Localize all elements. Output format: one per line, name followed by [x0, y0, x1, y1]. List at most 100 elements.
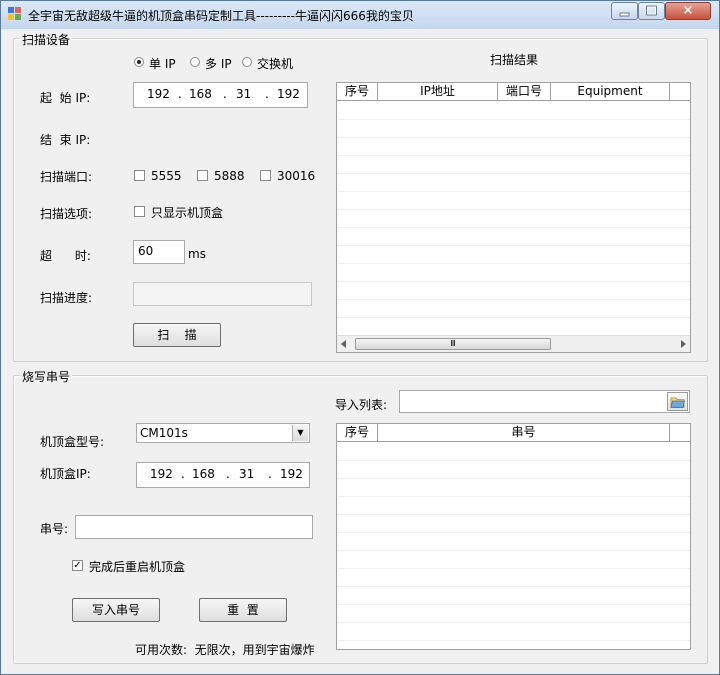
start-ip-octet-1: 192	[147, 87, 170, 101]
progress-label: 扫描进度:	[40, 291, 93, 305]
grid-line	[337, 263, 690, 264]
serial-col-extra[interactable]	[670, 424, 690, 442]
grid-line	[337, 119, 690, 120]
scan-results-table[interactable]: 序号 IP地址 端口号 Equipment Ⅲ	[336, 82, 691, 353]
port-30016-checkbox[interactable]	[260, 170, 271, 181]
results-horizontal-scrollbar[interactable]: Ⅲ	[337, 335, 690, 352]
reboot-label[interactable]: 完成后重启机顶盒	[89, 558, 185, 575]
serial-label: 串号:	[40, 522, 69, 536]
browse-button[interactable]	[667, 392, 688, 411]
radio-single-ip-label[interactable]: 单 IP	[149, 55, 176, 72]
minimize-button[interactable]	[611, 2, 638, 20]
serial-col-index[interactable]: 序号	[337, 424, 378, 442]
model-select[interactable]: CM101s ▼	[136, 423, 310, 443]
grid-line	[337, 586, 690, 587]
scan-group-title: 扫描设备	[20, 31, 73, 48]
start-ip-octet-4: 192	[277, 87, 300, 101]
stb-ip-octet-3: 31	[239, 467, 255, 481]
serial-input[interactable]	[75, 515, 313, 539]
grid-line	[337, 478, 690, 479]
radio-multi-ip[interactable]	[190, 57, 200, 67]
app-icon	[8, 7, 21, 20]
port-5888-checkbox[interactable]	[197, 170, 208, 181]
grid-line	[337, 514, 690, 515]
title-bar[interactable]: 全宇宙无敌超级牛逼的机顶盒串码定制工具---------牛逼闪闪666我的宝贝 …	[1, 1, 719, 29]
only-stb-checkbox[interactable]	[134, 206, 145, 217]
reset-button[interactable]: 重 置	[199, 598, 287, 622]
timeout-label: 超 时:	[40, 249, 91, 263]
grid-line	[337, 245, 690, 246]
port-30016-label[interactable]: 30016	[277, 169, 315, 183]
grid-line	[337, 173, 690, 174]
model-select-value: CM101s	[140, 426, 188, 440]
results-col-index[interactable]: 序号	[337, 83, 378, 101]
grid-line	[337, 550, 690, 551]
write-serial-button[interactable]: 写入串号	[72, 598, 160, 622]
only-stb-label[interactable]: 只显示机顶盒	[151, 204, 223, 221]
close-button[interactable]: ×	[665, 2, 711, 20]
folder-icon	[670, 397, 685, 408]
grid-line	[337, 460, 690, 461]
usage-text: 可用次数: 无限次，用到宇宙爆炸	[135, 643, 315, 657]
chevron-down-icon[interactable]: ▼	[292, 425, 308, 441]
serial-col-serial[interactable]: 串号	[378, 424, 670, 442]
grid-line	[337, 137, 690, 138]
results-scroll-thumb[interactable]: Ⅲ	[355, 338, 551, 350]
grid-line	[337, 532, 690, 533]
radio-switch[interactable]	[242, 57, 252, 67]
timeout-input[interactable]: 60	[133, 240, 185, 264]
port-5555-label[interactable]: 5555	[151, 169, 182, 183]
burn-group-title: 烧写串号	[20, 368, 73, 385]
model-label: 机顶盒型号:	[40, 435, 105, 449]
scan-button[interactable]: 扫 描	[133, 323, 221, 347]
port-5555-checkbox[interactable]	[134, 170, 145, 181]
ip-dot: .	[268, 467, 272, 481]
grid-line	[337, 209, 690, 210]
stb-ip-octet-1: 192	[150, 467, 173, 481]
start-ip-octet-3: 31	[236, 87, 252, 101]
grid-line	[337, 640, 690, 641]
end-ip-label: 结 束 IP:	[40, 133, 91, 147]
grid-line	[337, 299, 690, 300]
radio-switch-label[interactable]: 交换机	[257, 55, 293, 72]
scroll-left-icon[interactable]	[340, 340, 348, 348]
timeout-value: 60	[138, 244, 154, 258]
scroll-right-icon[interactable]	[679, 340, 687, 348]
results-col-equipment[interactable]: Equipment	[551, 83, 670, 101]
results-col-ip[interactable]: IP地址	[378, 83, 498, 101]
ip-dot: .	[223, 87, 227, 101]
ip-dot: .	[226, 467, 230, 481]
grid-line	[337, 155, 690, 156]
client-area: 扫描设备 单 IP 多 IP 交换机 起 始 IP: 192 . 168 . 3…	[8, 29, 712, 669]
start-ip-octet-2: 168	[189, 87, 212, 101]
ip-dot: .	[265, 87, 269, 101]
grid-line	[337, 191, 690, 192]
radio-multi-ip-label[interactable]: 多 IP	[205, 55, 232, 72]
minimize-icon	[619, 12, 630, 17]
serial-list-table[interactable]: 序号 串号	[336, 423, 691, 650]
import-list-field[interactable]	[399, 390, 690, 413]
import-label: 导入列表:	[335, 398, 388, 412]
results-col-extra[interactable]	[670, 83, 690, 101]
app-window: 全宇宙无敌超级牛逼的机顶盒串码定制工具---------牛逼闪闪666我的宝贝 …	[0, 0, 720, 675]
ports-label: 扫描端口:	[40, 170, 93, 184]
start-ip-field[interactable]: 192 . 168 . 31 . 192	[133, 82, 308, 108]
grid-line	[337, 604, 690, 605]
options-label: 扫描选项:	[40, 207, 93, 221]
start-ip-label: 起 始 IP:	[40, 91, 91, 105]
scan-group: 扫描设备 单 IP 多 IP 交换机 起 始 IP: 192 . 168 . 3…	[13, 31, 708, 362]
ip-dot: .	[178, 87, 182, 101]
port-5888-label[interactable]: 5888	[214, 169, 245, 183]
maximize-button[interactable]	[638, 2, 665, 20]
stb-ip-octet-2: 168	[192, 467, 215, 481]
burn-group: 烧写串号 导入列表: 机顶盒型号: CM101s ▼ 机顶盒IP: 192 . …	[13, 368, 708, 664]
window-title: 全宇宙无敌超级牛逼的机顶盒串码定制工具---------牛逼闪闪666我的宝贝	[28, 9, 414, 23]
close-icon: ×	[682, 3, 694, 18]
stb-ip-field[interactable]: 192 . 168 . 31 . 192	[136, 462, 310, 488]
grid-line	[337, 622, 690, 623]
reboot-checkbox[interactable]: ✓	[72, 560, 83, 571]
radio-single-ip[interactable]	[134, 57, 144, 67]
grid-line	[337, 317, 690, 318]
scan-progress-bar	[133, 282, 312, 306]
results-col-port[interactable]: 端口号	[498, 83, 551, 101]
